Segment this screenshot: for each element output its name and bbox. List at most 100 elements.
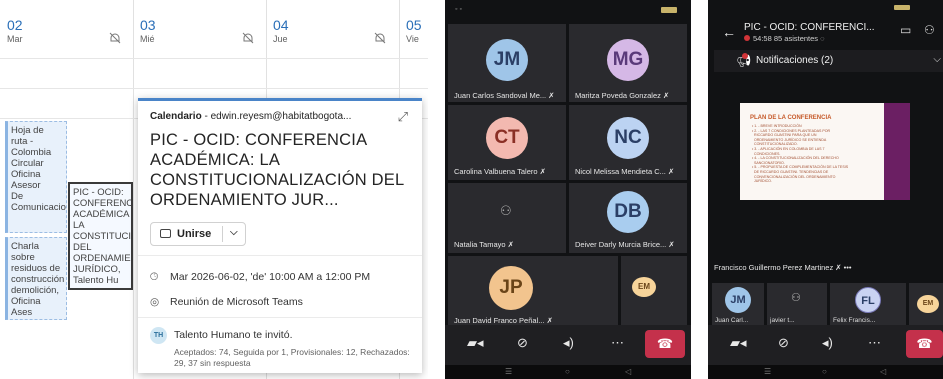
slide-decoration	[884, 103, 910, 200]
participant-tile[interactable]: DB Deiver Darly Murcia Brice... ✗	[569, 183, 687, 253]
day-number: 05	[406, 17, 422, 33]
participant-tile[interactable]: JP Juan David Franco Peñal... ✗	[448, 256, 618, 326]
day-header-04[interactable]: 04 Jue	[266, 0, 289, 54]
mic-off-icon[interactable]: ⊘	[778, 335, 789, 351]
event-details-popup: Calendario - edwin.reyesm@habitatbogota.…	[138, 98, 422, 373]
more-options-icon[interactable]: ⋯	[868, 335, 881, 351]
mic-off-icon: ✗	[546, 316, 553, 325]
slide-body: • 1. - BREVE INTRODUCCIÓN • 2. - LAS 7 C…	[752, 124, 849, 184]
join-button[interactable]: Unirse ⌵	[150, 222, 246, 246]
teams-call-presentation-phone: ← PIC - OCID: CONFERENCI... 54:58 85 asi…	[708, 0, 943, 379]
day-number: 03	[140, 17, 156, 33]
calendar-label: Calendario	[150, 111, 202, 122]
self-video-tile[interactable]: EM	[621, 256, 687, 326]
chevron-down-icon[interactable]: ⌵	[230, 227, 238, 238]
response-summary[interactable]: Aceptados: 74, Seguida por 1, Provisiona…	[174, 347, 410, 369]
participant-thumbnail[interactable]: FL Felix Francis...	[830, 283, 906, 327]
participants-icon[interactable]: ⚇	[924, 23, 935, 37]
event-datetime-row: 🕒︎ Mar 2026-06-02, 'de' 10:00 AM a 12:00 …	[150, 271, 370, 284]
day-weekday: Jue	[273, 34, 288, 44]
camera-off-icon[interactable]: ▰◂	[467, 335, 484, 351]
speaker-icon[interactable]: ◂)	[822, 335, 833, 351]
expand-icon[interactable]: ⤢	[398, 109, 408, 125]
location-pin-icon: ◎	[150, 296, 160, 308]
participant-name: Juan David Franco Peñal... ✗	[454, 316, 553, 325]
notifications-bar[interactable]: 📢︎ Notificaciones (2) ⌵	[714, 50, 943, 72]
participant-thumbnail[interactable]: ⚇ javier t...	[767, 283, 827, 327]
day-number: 04	[273, 17, 289, 33]
back-arrow-icon[interactable]: ←	[722, 24, 736, 40]
event-location[interactable]: Reunión de Microsoft Teams	[170, 296, 303, 308]
camera-off-icon[interactable]: ▰◂	[730, 335, 747, 351]
day-header-05[interactable]: 05 Vie	[399, 0, 422, 54]
call-controls: ▰◂ ⊘ ◂) ⋯ ☎	[445, 325, 691, 365]
more-options-icon[interactable]: ⋯	[611, 335, 624, 351]
participant-tile[interactable]: MG Maritza Poveda Gonzalez ✗	[569, 24, 687, 102]
participant-tile[interactable]: NC Nicol Melissa Mendieta C... ✗	[569, 105, 687, 180]
speaker-icon[interactable]: ◂)	[563, 335, 574, 351]
participant-name: javier t...	[770, 317, 795, 324]
event-datetime: Mar 2026-06-02, 'de' 10:00 AM a 12:00 PM	[170, 271, 371, 283]
home-icon[interactable]: ○	[822, 367, 827, 376]
shared-presentation[interactable]: PLAN DE LA CONFERENCIA • 1. - BREVE INTR…	[740, 103, 910, 200]
mic-off-icon: ✗	[662, 91, 670, 100]
notifications-off-icon[interactable]	[108, 32, 122, 44]
participant-tile[interactable]: CT Carolina Valbuena Talero ✗	[448, 105, 566, 180]
person-icon: ⚇	[500, 203, 512, 218]
hour-divider	[0, 58, 428, 59]
battery-icon	[661, 7, 677, 13]
participant-name: Juan Carl...	[715, 317, 749, 324]
day-header-02[interactable]: 02 Mar	[0, 0, 23, 54]
day-header-03[interactable]: 03 Mié	[133, 0, 156, 54]
participant-thumbnail[interactable]: JM Juan Carl...	[712, 283, 764, 327]
calendar-event-selected[interactable]: PIC - OCID: CONFERENCIA ACADÉMICA LA CON…	[68, 182, 133, 290]
home-icon[interactable]: ○	[565, 367, 570, 376]
divider	[138, 255, 422, 256]
participant-avatar: MG	[607, 39, 649, 81]
calendar-event[interactable]: Hoja de ruta - Colombia Circular Oficina…	[5, 121, 67, 233]
call-header: ← PIC - OCID: CONFERENCI... 54:58 85 asi…	[708, 18, 943, 48]
invite-text: Talento Humano te invitó.	[174, 329, 293, 341]
participant-tile[interactable]: ⚇ Natalia Tamayo ✗	[448, 183, 566, 253]
system-nav-bar: ☰ ○ ◁	[708, 365, 943, 379]
mic-off-icon: ✗	[667, 167, 675, 176]
notifications-off-icon[interactable]	[241, 32, 255, 44]
calendar-event[interactable]: Charla sobre residuos de construcción de…	[5, 237, 67, 320]
chat-icon[interactable]: ▭	[900, 23, 911, 37]
chevron-down-icon[interactable]: ⌵	[933, 54, 941, 65]
system-nav-bar: ☰ ○ ◁	[445, 365, 691, 379]
status-bar: ◦ ◦	[445, 0, 691, 20]
back-icon[interactable]: ◁	[880, 367, 886, 376]
participant-avatar: FL	[855, 287, 881, 313]
participant-name: Deiver Darly Murcia Brice... ✗	[575, 240, 675, 249]
button-separator	[222, 226, 223, 242]
slide-title: PLAN DE LA CONFERENCIA	[750, 115, 832, 121]
popup-header: Calendario - edwin.reyesm@habitatbogota.…	[150, 111, 410, 122]
self-video-tile[interactable]: EM	[909, 283, 943, 327]
participant-tile[interactable]: JM Juan Carlos Sandoval Me... ✗	[448, 24, 566, 102]
battery-icon	[894, 5, 910, 10]
hour-divider	[0, 88, 428, 89]
notifications-off-icon[interactable]	[373, 32, 387, 44]
event-title: PIC - OCID: CONFERENCIA ACADÉMICA: LA CO…	[150, 131, 404, 209]
hang-up-button[interactable]: ☎	[906, 330, 943, 358]
mic-off-icon[interactable]: ⊘	[517, 335, 528, 351]
recent-apps-icon[interactable]: ☰	[764, 367, 771, 376]
mic-off-icon: ✗	[539, 167, 546, 176]
hang-up-button[interactable]: ☎	[645, 330, 685, 358]
video-camera-icon	[160, 229, 171, 238]
back-icon[interactable]: ◁	[625, 367, 631, 376]
participant-name: Natalia Tamayo ✗	[454, 240, 514, 249]
day-weekday: Vie	[406, 34, 419, 44]
participant-avatar: DB	[607, 191, 649, 233]
day-weekday: Mar	[7, 34, 23, 44]
participant-name: Maritza Poveda Gonzalez ✗	[575, 91, 670, 100]
recent-apps-icon[interactable]: ☰	[505, 367, 512, 376]
presenter-name: Francisco Guillermo Perez Martinez ✗ •••	[714, 263, 852, 272]
organizer-avatar[interactable]: TH	[150, 327, 167, 344]
participant-avatar: JM	[725, 287, 751, 313]
notifications-label: Notificaciones (2)	[756, 55, 834, 66]
participant-avatar: EM	[917, 295, 939, 313]
join-label: Unirse	[177, 228, 212, 240]
participant-name: Carolina Valbuena Talero ✗	[454, 167, 546, 176]
